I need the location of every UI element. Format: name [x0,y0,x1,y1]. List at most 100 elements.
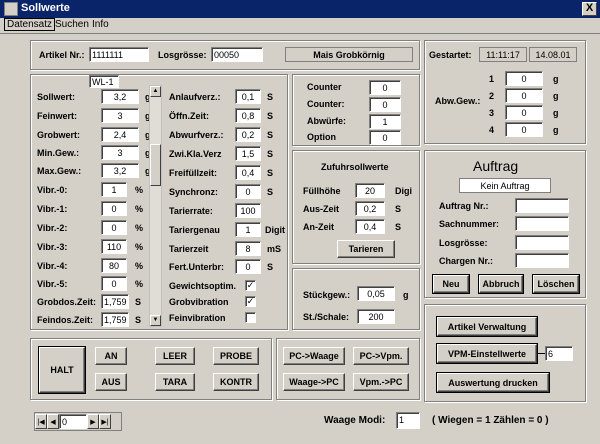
stueckgew-group: Stückgew.: 0,05 g St./Schale: 200 [292,268,420,330]
scroll-up-icon[interactable]: ▲ [150,86,161,97]
param-input[interactable]: 2,4 [101,127,139,142]
artikel-verwaltung-button[interactable]: Artikel Verwaltung [436,316,538,337]
menu-info[interactable]: Info [90,19,111,30]
menu-suchen[interactable]: Suchen [53,19,91,30]
param-input[interactable]: 0,1 [235,89,261,104]
aus-zeit-input[interactable]: 0,2 [355,201,385,216]
fuellhoehe-input[interactable]: 20 [355,183,385,198]
abw-gew-unit: g [553,108,559,118]
param-input[interactable]: 1 [235,222,261,237]
sachnummer-input[interactable] [515,216,569,231]
auftrag-losgroesse-input[interactable] [515,235,569,250]
app-icon [4,2,18,16]
param-input[interactable]: 3,2 [101,89,139,104]
param-unit: S [267,187,274,197]
abw-gew-input[interactable]: 0 [505,71,543,86]
param-input[interactable]: 80 [101,258,127,273]
param-unit: S [267,262,274,272]
param-input[interactable]: 100 [235,203,261,218]
abw-gew-input[interactable]: 0 [505,105,543,120]
aus-button[interactable]: AUS [95,373,127,391]
param-label: Anlaufverz.: [169,92,221,102]
param-input[interactable]: 1 [101,182,127,197]
stueckgew-input[interactable]: 0,05 [357,286,395,301]
abw-gew-input[interactable]: 0 [505,88,543,103]
param-input[interactable]: 0,2 [235,127,261,142]
param-input[interactable]: 0,4 [235,165,261,180]
probe-button[interactable]: PROBE [213,347,259,365]
next-record-icon[interactable]: ▶ [87,414,99,429]
tara-button[interactable]: TARA [155,373,195,391]
param-input[interactable]: 3 [101,108,139,123]
abwuerfe-input[interactable]: 1 [369,114,401,129]
param-input[interactable]: 1,759 [101,312,129,327]
vpm-einstellwerte-button[interactable]: VPM-Einstellwerte [436,343,538,364]
param-label: Synchronz: [169,187,219,197]
prev-record-icon[interactable]: ◀ [47,414,59,429]
param-label: Min.Gew.: [37,148,80,158]
start-time: 11:11:17 [479,47,527,62]
halt-button[interactable]: HALT [38,346,86,394]
product-name: Mais Grobkörnig [285,47,413,62]
option-input[interactable]: 0 [369,130,401,145]
connector-line [537,353,545,354]
param-unit: % [135,185,144,195]
param-input[interactable]: 0 [235,259,261,274]
param-input[interactable]: 110 [101,239,127,254]
param-input[interactable]: 0 [101,276,127,291]
waage-modi-hint: ( Wiegen = 1 Zählen = 0 ) [432,415,549,426]
record-number-input[interactable]: 0 [59,414,87,429]
pc-to-waage-button[interactable]: PC->Waage [283,347,345,365]
gestartet-label: Gestartet: [429,50,472,60]
zufuhr-unit: S [395,204,402,214]
counter-input[interactable]: 0 [369,80,401,95]
gewichtsoptim-checkbox[interactable]: ✓ [245,280,256,291]
counter-label: Counter: [307,99,345,109]
title-bar: Sollwerte X [0,0,600,18]
param-input[interactable]: 0,8 [235,108,261,123]
st-schale-input[interactable]: 200 [357,309,395,324]
first-record-icon[interactable]: |◀ [35,414,47,429]
param-input[interactable]: 3,2 [101,163,139,178]
vpm-value-input[interactable]: 6 [545,346,573,361]
artikel-input[interactable]: 1111111 [89,47,149,62]
tarieren-button[interactable]: Tarieren [337,240,395,258]
auftrag-nr-input[interactable] [515,198,569,213]
param-input[interactable]: 3 [101,145,139,160]
an-button[interactable]: AN [95,347,127,365]
param-input[interactable]: 1,759 [101,294,129,309]
control-group: HALT AN LEER PROBE AUS TARA KONTR [30,338,272,400]
param-input[interactable]: 0 [101,201,127,216]
counter-input[interactable]: 0 [369,97,401,112]
neu-button[interactable]: Neu [432,274,470,294]
abw-gew-input[interactable]: 0 [505,122,543,137]
feinvibration-label: Feinvibration [169,313,226,323]
loeschen-button[interactable]: Löschen [532,274,580,294]
param-input[interactable]: 8 [235,241,261,256]
scroll-down-icon[interactable]: ▼ [150,315,161,326]
an-zeit-input[interactable]: 0,4 [355,219,385,234]
param-input[interactable]: 1,5 [235,146,261,161]
waage-modi-input[interactable]: 1 [396,412,420,429]
grobvibration-checkbox[interactable]: ✓ [245,296,256,307]
param-input[interactable]: 0 [235,184,261,199]
param-input[interactable]: 0 [101,220,127,235]
vpm-to-pc-button[interactable]: Vpm.->PC [353,373,409,391]
auswertung-drucken-button[interactable]: Auswertung drucken [436,372,550,393]
menu-datensatz[interactable]: Datensatz [4,18,56,31]
scroll-thumb[interactable] [150,144,161,186]
leer-button[interactable]: LEER [155,347,195,365]
close-button[interactable]: X [582,2,597,16]
vertical-scrollbar[interactable]: ▲ ▼ [149,85,162,327]
abbruch-button[interactable]: Abbruch [478,274,524,294]
abw-gew-unit: g [553,74,559,84]
feinvibration-checkbox[interactable] [245,312,256,323]
kontr-button[interactable]: KONTR [213,373,259,391]
pc-to-vpm-button[interactable]: PC->Vpm. [353,347,409,365]
chargen-nr-input[interactable] [515,253,569,268]
last-record-icon[interactable]: ▶| [99,414,111,429]
losgroesse-input[interactable]: 00050 [211,47,263,62]
param-label: Fert.Unterbr: [169,262,225,272]
waage-to-pc-button[interactable]: Waage->PC [283,373,345,391]
param-unit: % [135,242,144,252]
